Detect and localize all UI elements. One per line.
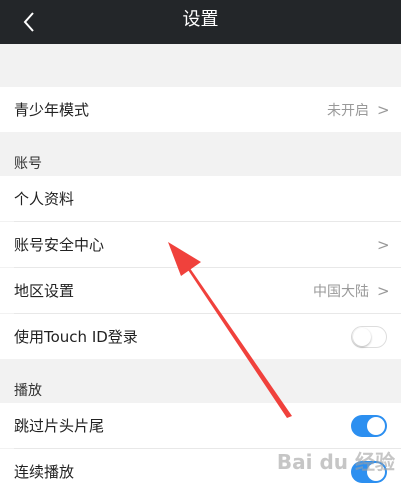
profile-row[interactable]: 个人资料 — [0, 176, 401, 221]
nav-bar: 设置 — [0, 0, 401, 44]
skip-intro-row: 跳过片头片尾 — [0, 403, 401, 448]
chevron-right-icon: > — [377, 281, 390, 300]
account-security-row[interactable]: 账号安全中心 > — [0, 222, 401, 267]
profile-label: 个人资料 — [14, 190, 75, 208]
region-label: 地区设置 — [14, 282, 75, 300]
touch-id-row: 使用Touch ID登录 — [0, 314, 401, 359]
touch-id-toggle[interactable] — [351, 325, 387, 348]
region-value: 中国大陆 — [313, 283, 369, 300]
section-gap — [0, 44, 401, 87]
youth-mode-row[interactable]: 青少年模式 未开启 > — [0, 87, 401, 132]
watermark: Bai du 经验 — [276, 450, 395, 474]
page-title: 设置 — [182, 9, 219, 30]
youth-mode-status: 未开启 — [327, 102, 369, 119]
chevron-right-icon: > — [377, 235, 390, 254]
section-header-account: 账号 — [14, 156, 42, 172]
touch-id-label: 使用Touch ID登录 — [14, 328, 138, 346]
section-header-playback: 播放 — [14, 383, 42, 399]
youth-mode-label: 青少年模式 — [14, 101, 90, 119]
region-row[interactable]: 地区设置 中国大陆 > — [0, 268, 401, 313]
chevron-right-icon: > — [377, 100, 390, 119]
skip-intro-label: 跳过片头片尾 — [14, 417, 105, 435]
account-security-label: 账号安全中心 — [14, 236, 105, 254]
skip-intro-toggle[interactable] — [351, 414, 387, 437]
